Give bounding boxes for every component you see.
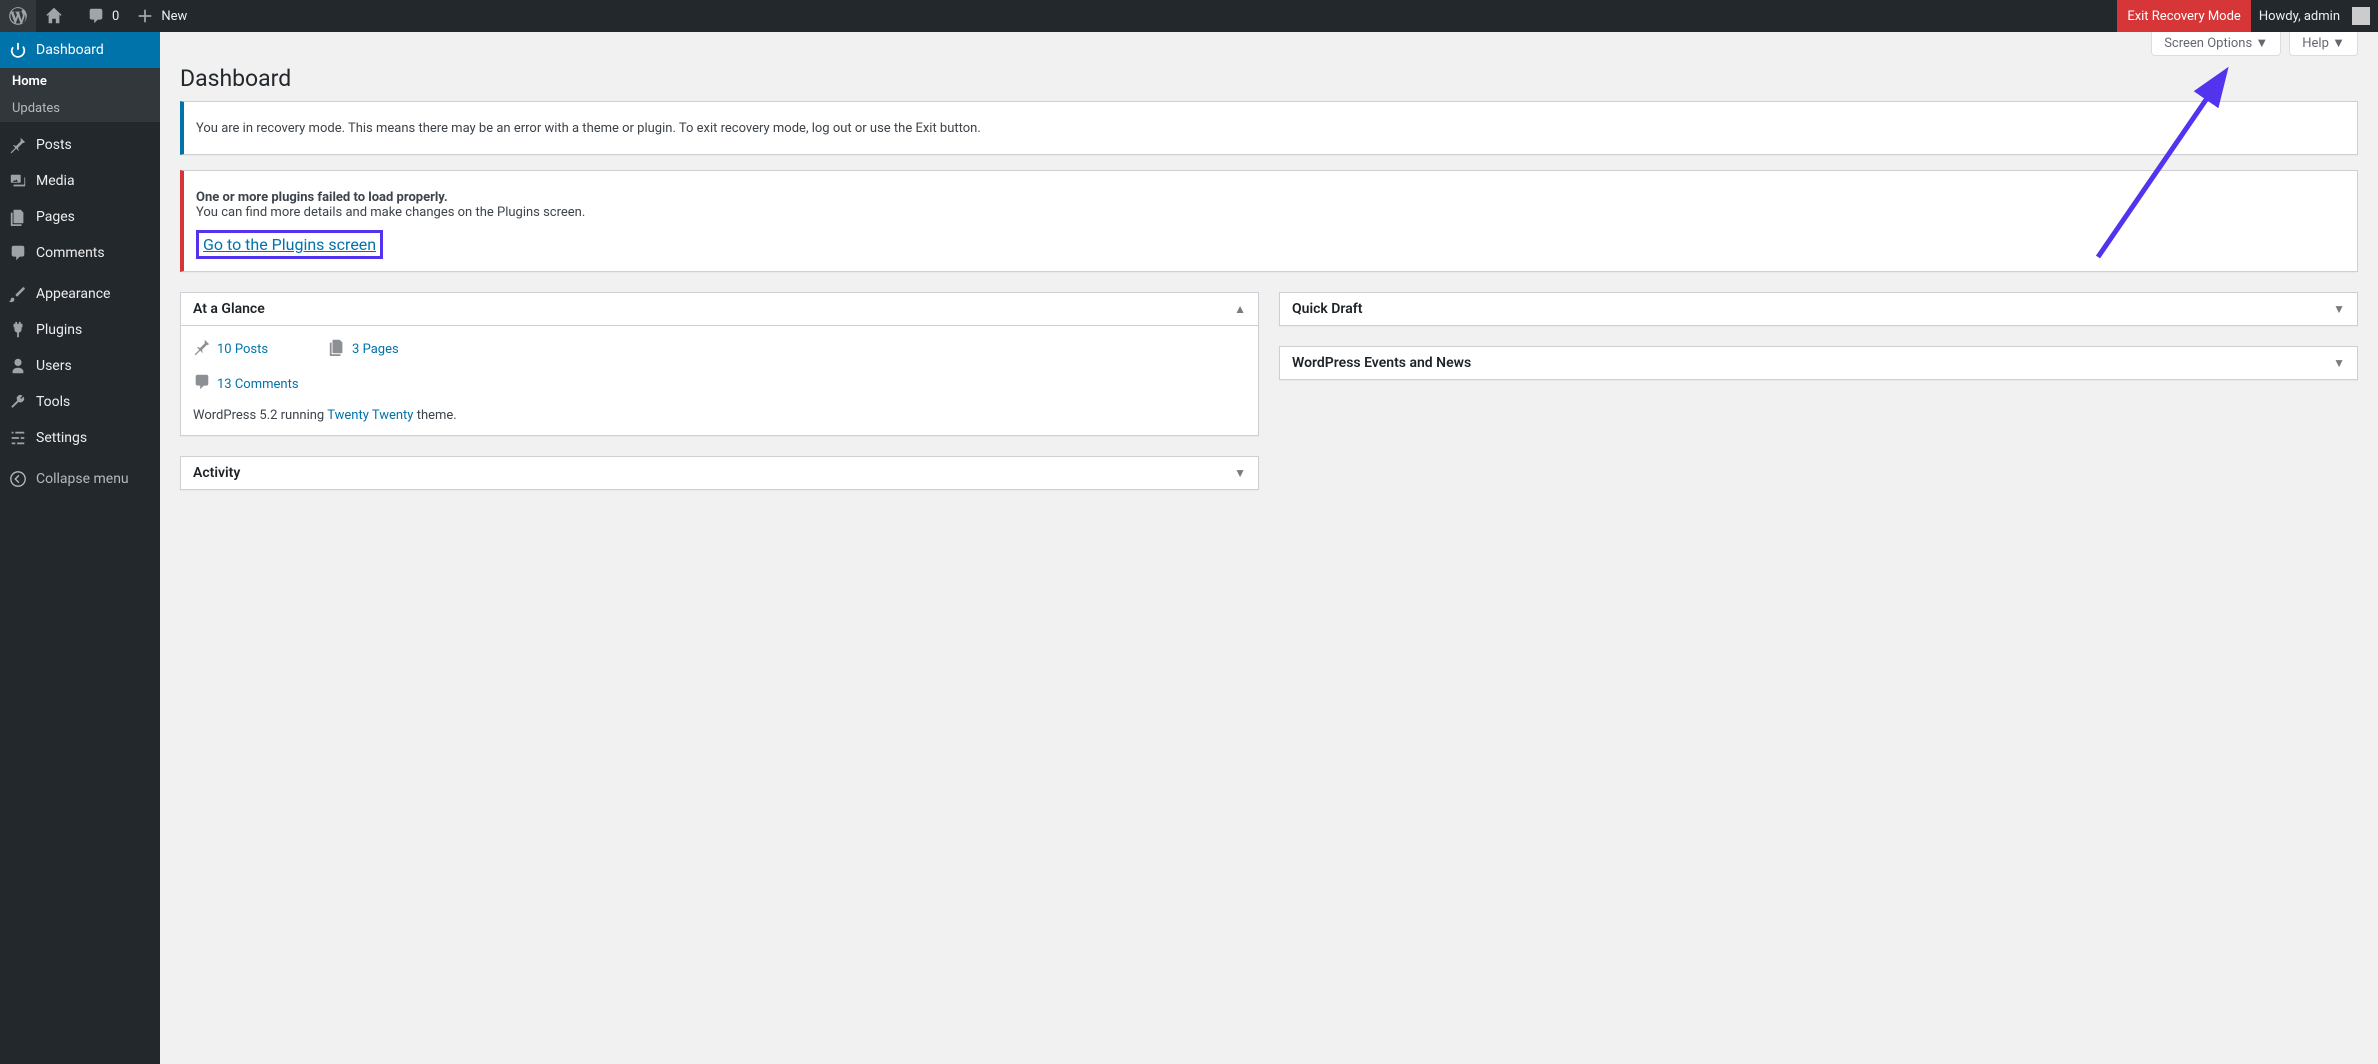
greeting-text: Howdy, admin <box>2259 9 2340 24</box>
wordpress-icon <box>8 6 28 26</box>
recovery-mode-notice: You are in recovery mode. This means the… <box>180 101 2358 155</box>
page-title: Dashboard <box>180 56 2358 96</box>
pin-icon <box>193 338 211 361</box>
comments-count: 0 <box>112 9 119 24</box>
admin-bar: 0 New Exit Recovery Mode Howdy, admin <box>0 0 2378 32</box>
at-a-glance-widget: At a Glance ▲ 10 Posts 3 Pages <box>180 292 1259 436</box>
collapse-icon <box>8 469 28 489</box>
wp-logo[interactable] <box>0 0 36 32</box>
admin-sidebar: Dashboard Home Updates Posts Media Pages… <box>0 32 160 1064</box>
user-icon <box>8 356 28 376</box>
sidebar-item-pages[interactable]: Pages <box>0 199 160 235</box>
quick-draft-header[interactable]: Quick Draft ▼ <box>1280 293 2357 325</box>
plugin-error-heading: One or more plugins failed to load prope… <box>196 190 448 205</box>
posts-link[interactable]: 10 Posts <box>217 342 268 357</box>
screen-options-button[interactable]: Screen Options ▼ <box>2151 32 2281 56</box>
news-header[interactable]: WordPress Events and News ▼ <box>1280 347 2357 379</box>
collapse-menu[interactable]: Collapse menu <box>0 461 160 497</box>
help-button[interactable]: Help ▼ <box>2289 32 2358 56</box>
activity-header[interactable]: Activity ▼ <box>181 457 1258 489</box>
expand-down-icon: ▼ <box>2333 302 2345 316</box>
plugin-error-detail: You can find more details and make chang… <box>196 205 585 220</box>
comments-icon <box>8 243 28 263</box>
sidebar-item-settings[interactable]: Settings <box>0 420 160 456</box>
sidebar-item-media[interactable]: Media <box>0 163 160 199</box>
plugin-icon <box>8 320 28 340</box>
new-content-link[interactable]: New <box>127 0 195 32</box>
quick-draft-widget: Quick Draft ▼ <box>1279 292 2358 326</box>
comment-icon <box>86 6 106 26</box>
home-icon <box>44 6 64 26</box>
brush-icon <box>8 284 28 304</box>
plus-icon <box>135 6 155 26</box>
comments-link[interactable]: 0 <box>78 0 127 32</box>
theme-link[interactable]: Twenty Twenty <box>327 408 413 423</box>
glance-posts: 10 Posts <box>193 338 268 361</box>
expand-down-icon: ▼ <box>1234 466 1246 480</box>
screen-meta-links: Screen Options ▼ Help ▼ <box>180 32 2358 56</box>
wrench-icon <box>8 392 28 412</box>
new-label: New <box>161 9 187 24</box>
submenu-updates[interactable]: Updates <box>0 95 160 122</box>
page-icon <box>8 207 28 227</box>
sidebar-item-posts[interactable]: Posts <box>0 127 160 163</box>
dashboard-submenu: Home Updates <box>0 68 160 122</box>
collapse-up-icon: ▲ <box>1234 302 1246 316</box>
plugins-screen-link[interactable]: Go to the Plugins screen <box>196 230 383 259</box>
dashboard-icon <box>8 40 28 60</box>
site-home-link[interactable] <box>36 0 78 32</box>
my-account-link[interactable]: Howdy, admin <box>2251 0 2378 32</box>
sidebar-item-comments[interactable]: Comments <box>0 235 160 271</box>
plugin-error-notice: One or more plugins failed to load prope… <box>180 170 2358 272</box>
glance-comments: 13 Comments <box>193 373 1246 396</box>
sidebar-item-dashboard[interactable]: Dashboard <box>0 32 160 68</box>
sidebar-item-tools[interactable]: Tools <box>0 384 160 420</box>
main-content: Screen Options ▼ Help ▼ Dashboard You ar… <box>160 32 2378 1064</box>
sidebar-item-users[interactable]: Users <box>0 348 160 384</box>
at-a-glance-header[interactable]: At a Glance ▲ <box>181 293 1258 326</box>
media-icon <box>8 171 28 191</box>
version-line: WordPress 5.2 running Twenty Twenty them… <box>193 408 1246 423</box>
pages-link[interactable]: 3 Pages <box>352 342 399 357</box>
exit-recovery-button[interactable]: Exit Recovery Mode <box>2117 0 2251 32</box>
dashboard-widgets: At a Glance ▲ 10 Posts 3 Pages <box>180 292 2358 490</box>
comments-glance-link[interactable]: 13 Comments <box>217 377 299 392</box>
page-icon <box>328 338 346 361</box>
sliders-icon <box>8 428 28 448</box>
sidebar-item-appearance[interactable]: Appearance <box>0 276 160 312</box>
sidebar-item-plugins[interactable]: Plugins <box>0 312 160 348</box>
avatar-icon <box>2352 7 2370 25</box>
pin-icon <box>8 135 28 155</box>
news-widget: WordPress Events and News ▼ <box>1279 346 2358 380</box>
comment-icon <box>193 373 211 396</box>
glance-pages: 3 Pages <box>328 338 399 361</box>
submenu-home[interactable]: Home <box>0 68 160 95</box>
activity-widget: Activity ▼ <box>180 456 1259 490</box>
recovery-notice-text: You are in recovery mode. This means the… <box>196 121 2345 136</box>
expand-down-icon: ▼ <box>2333 356 2345 370</box>
